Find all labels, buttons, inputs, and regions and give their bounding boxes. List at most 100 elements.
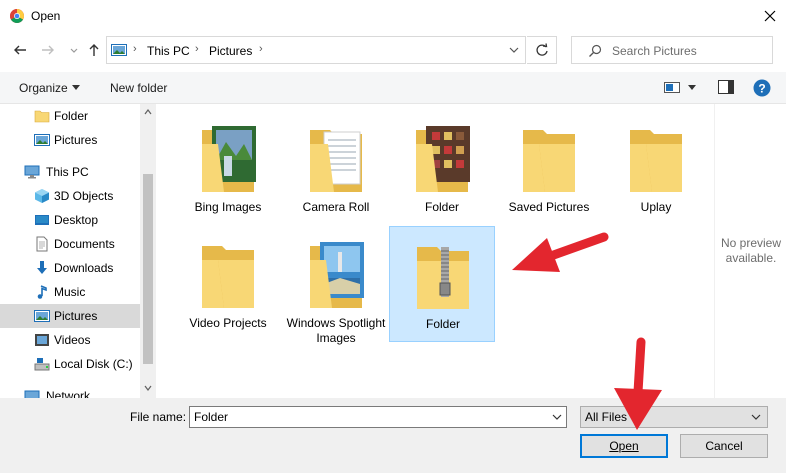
pictures-icon <box>34 310 50 322</box>
no-preview-message: No preview available. <box>720 236 782 265</box>
sidebar-item-label: Videos <box>54 333 91 347</box>
title-bar: Open <box>0 0 786 32</box>
pictures-icon <box>111 44 127 56</box>
file-item-name: Video Projects <box>189 316 267 330</box>
sidebar-item-pictures[interactable]: Pictures <box>0 304 140 328</box>
sidebar-item-desktop[interactable]: Desktop <box>0 208 140 232</box>
file-item-name: Bing Images <box>194 200 262 214</box>
sidebar-scrollbar[interactable] <box>140 104 156 398</box>
folder-icon <box>630 130 682 192</box>
file-item-video-projects[interactable]: Video Projects <box>175 226 281 342</box>
sidebar-item-folder[interactable]: Folder <box>0 104 140 128</box>
file-type-select[interactable]: All Files <box>580 406 768 428</box>
chevron-down-icon[interactable] <box>66 42 82 58</box>
sidebar-item-this-pc[interactable]: This PC <box>0 160 140 184</box>
cancel-button-label: Cancel <box>705 439 743 453</box>
sidebar-item-videos[interactable]: Videos <box>0 328 140 352</box>
sidebar-item-label: Pictures <box>54 309 98 323</box>
svg-text:?: ? <box>758 82 765 96</box>
file-item-camera-roll[interactable]: Camera Roll <box>283 110 389 226</box>
sidebar-item-documents[interactable]: Documents <box>0 232 140 256</box>
cancel-button[interactable]: Cancel <box>680 434 768 458</box>
up-arrow-icon[interactable] <box>86 42 102 58</box>
file-item-name: Folder <box>424 200 459 214</box>
file-item-name: Folder <box>425 317 460 331</box>
file-name-value: Folder <box>194 410 229 424</box>
close-icon[interactable] <box>760 6 780 26</box>
back-arrow-icon[interactable] <box>12 42 28 58</box>
navigation-pane: Folder Pictures This PC 3D Objects Deskt… <box>0 104 156 398</box>
music-icon <box>37 285 47 299</box>
scroll-down-icon[interactable] <box>144 384 152 392</box>
refresh-button[interactable] <box>527 36 557 64</box>
help-icon[interactable]: ? <box>753 79 771 97</box>
photo-folder-icon <box>202 126 256 192</box>
file-name-field[interactable]: Folder <box>189 406 567 428</box>
sidebar-item-label: This PC <box>46 165 89 179</box>
chevron-down-icon[interactable] <box>552 413 562 421</box>
new-folder-button[interactable]: New folder <box>110 81 167 95</box>
sidebar-item-label: Pictures <box>54 133 98 147</box>
pictures-icon <box>34 134 50 146</box>
scrollbar-thumb[interactable] <box>143 174 153 364</box>
file-item-name: Saved Pictures <box>508 200 590 214</box>
video-icon <box>35 334 49 346</box>
sidebar-item-3d-objects[interactable]: 3D Objects <box>0 184 140 208</box>
file-item-bing-images[interactable]: Bing Images <box>175 110 281 226</box>
file-item-zip-folder[interactable]: Folder <box>389 226 495 342</box>
file-item-uplay[interactable]: Uplay <box>603 110 709 226</box>
command-toolbar: Organize New folder ? <box>0 72 786 104</box>
file-item-name: Uplay <box>640 200 672 214</box>
photo-folder-icon <box>416 126 470 192</box>
breadcrumb-this-pc[interactable]: This PC <box>147 44 190 58</box>
document-icon <box>36 236 48 252</box>
download-icon <box>37 261 47 274</box>
drive-icon <box>34 358 50 371</box>
sidebar-item-local-disk[interactable]: Local Disk (C:) <box>0 352 140 376</box>
sidebar-item-network[interactable]: Network <box>0 384 140 398</box>
breadcrumb-separator: › <box>133 43 137 55</box>
desktop-icon <box>35 215 49 225</box>
navigation-bar: › This PC › Pictures › Search Pictures <box>0 32 786 70</box>
file-item-saved-pictures[interactable]: Saved Pictures <box>496 110 602 226</box>
chevron-down-icon[interactable] <box>509 45 519 55</box>
file-item-windows-spotlight-images[interactable]: Windows Spotlight Images <box>283 226 389 354</box>
file-view: Bing Images Camera Roll Folder Saved Pic… <box>157 104 714 398</box>
scroll-up-icon[interactable] <box>144 108 152 116</box>
chrome-icon <box>10 9 24 23</box>
document-folder-icon <box>310 130 362 192</box>
sidebar-item-label: Music <box>54 285 86 299</box>
photo-folder-icon <box>310 242 364 308</box>
open-button[interactable]: Open <box>580 434 668 458</box>
view-options-icon[interactable] <box>664 80 680 94</box>
sidebar-item-label: Network <box>46 389 91 398</box>
sidebar-item-label: 3D Objects <box>54 189 114 203</box>
sidebar-item-pictures-quick[interactable]: Pictures <box>0 128 140 152</box>
sidebar-item-label: Downloads <box>54 261 114 275</box>
breadcrumb-separator: › <box>259 43 263 55</box>
sidebar-item-label: Local Disk (C:) <box>54 357 133 371</box>
file-type-value: All Files <box>585 410 628 424</box>
breadcrumb-pictures[interactable]: Pictures <box>209 44 252 58</box>
organize-button[interactable]: Organize <box>19 81 68 95</box>
window-title: Open <box>31 9 61 23</box>
cube-icon <box>35 189 49 203</box>
open-button-label: Open <box>609 439 639 453</box>
file-item-name: Windows Spotlight Images <box>286 316 386 345</box>
file-name-label: File name: <box>130 410 187 424</box>
forward-arrow-icon[interactable] <box>40 42 56 58</box>
file-item-name: Camera Roll <box>302 200 370 214</box>
search-icon <box>589 44 602 57</box>
dialog-footer: File name: Folder All Files Open Cancel <box>0 398 786 473</box>
preview-pane-icon[interactable] <box>718 80 734 94</box>
chevron-down-icon[interactable] <box>688 85 696 91</box>
search-input[interactable]: Search Pictures <box>571 36 773 64</box>
sidebar-item-label: Documents <box>54 237 115 251</box>
sidebar-item-label: Desktop <box>54 213 99 227</box>
sidebar-item-music[interactable]: Music <box>0 280 140 304</box>
sidebar-item-downloads[interactable]: Downloads <box>0 256 140 280</box>
network-icon <box>24 390 40 398</box>
folder-icon <box>202 246 254 308</box>
file-item-folder[interactable]: Folder <box>389 110 495 226</box>
address-bar[interactable]: › This PC › Pictures › <box>106 36 526 64</box>
